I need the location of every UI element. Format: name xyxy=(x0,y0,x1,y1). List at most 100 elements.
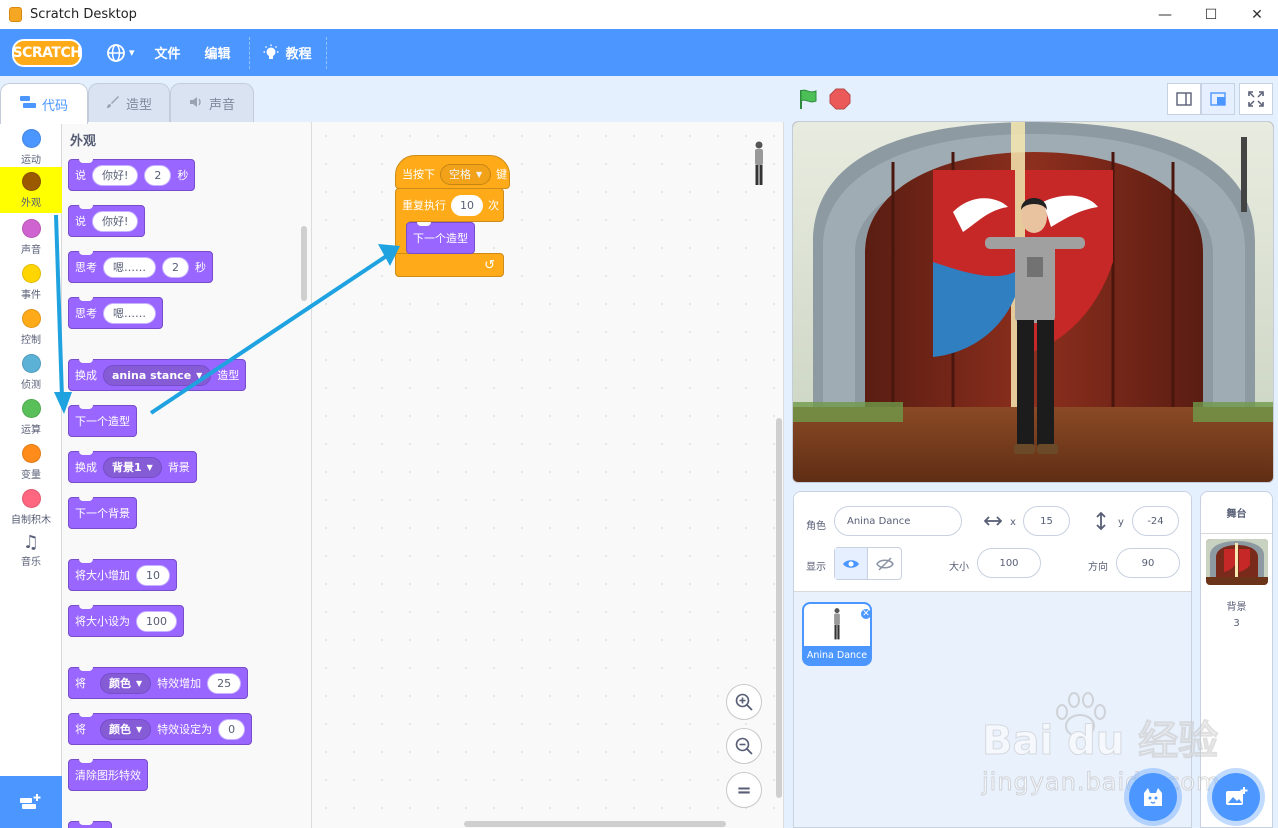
zoom-out-button[interactable] xyxy=(726,728,762,764)
x-value: 15 xyxy=(1040,515,1053,527)
script-area[interactable]: 当按下 空格 ▼ 键 重复执行 10 次 ↺ 下一个造型 = xyxy=(312,122,784,828)
tab-code-label: 代码 xyxy=(41,98,68,114)
zoom-reset-button[interactable]: = xyxy=(726,772,762,808)
costume-dropdown[interactable]: anina stance ▼ xyxy=(103,364,212,386)
dropdown-value: 空格 xyxy=(449,168,471,181)
stage-canvas[interactable] xyxy=(792,121,1274,483)
category-sensing[interactable]: 侦测 xyxy=(0,349,62,394)
script-area-vertical-scrollbar[interactable] xyxy=(776,418,782,798)
maximize-button[interactable]: ☐ xyxy=(1188,0,1234,29)
x-input[interactable]: 15 xyxy=(1023,506,1070,536)
edit-menu[interactable]: 编辑 xyxy=(195,29,241,76)
block-input[interactable]: 嗯…… xyxy=(103,256,156,278)
delete-sprite-icon[interactable]: ✕ xyxy=(860,608,870,620)
stop-button[interactable] xyxy=(829,88,851,110)
think-block[interactable]: 思考 嗯…… xyxy=(68,297,163,329)
choose-backdrop-button[interactable] xyxy=(1212,773,1260,821)
category-variables[interactable]: 变量 xyxy=(0,439,62,484)
category-label: 自制积木 xyxy=(11,515,51,526)
sprite-preview-icon xyxy=(755,141,763,185)
small-stage-icon xyxy=(1176,92,1192,106)
tutorials-label: 教程 xyxy=(285,47,312,62)
block-text: 重复执行 xyxy=(402,199,446,212)
say-block[interactable]: 说 你好! xyxy=(68,205,146,237)
clear-effects-block[interactable]: 清除图形特效 xyxy=(68,759,148,791)
set-size-block[interactable]: 将大小设为 100 xyxy=(68,605,184,637)
window-title: Scratch Desktop xyxy=(30,7,137,22)
category-sound[interactable]: 声音 xyxy=(0,214,62,259)
green-flag-button[interactable] xyxy=(797,88,819,110)
category-motion[interactable]: 运动 xyxy=(0,124,62,169)
zoom-in-button[interactable] xyxy=(726,684,762,720)
normal-stage-button[interactable] xyxy=(1201,83,1235,115)
key-dropdown[interactable]: 空格 ▼ xyxy=(440,163,492,185)
choose-sprite-button[interactable] xyxy=(1129,773,1177,821)
switch-costume-block[interactable]: 换成 anina stance ▼ 造型 xyxy=(68,359,247,391)
next-backdrop-block[interactable]: 下一个背景 xyxy=(68,497,137,529)
loop-arrow-icon: ↺ xyxy=(484,257,495,273)
block-text: 将 xyxy=(75,723,86,736)
repeat-count-input[interactable]: 10 xyxy=(451,194,483,216)
category-music[interactable]: ♫ 音乐 xyxy=(0,529,62,574)
language-menu[interactable]: ▾ xyxy=(96,29,145,76)
scratch-logo[interactable]: SCRATCH xyxy=(12,38,82,67)
show-button[interactable] xyxy=(835,548,868,579)
close-window-button[interactable]: ✕ xyxy=(1234,0,1278,29)
block-input[interactable]: 2 xyxy=(144,164,172,186)
category-my-blocks[interactable]: 自制积木 xyxy=(0,484,62,529)
tutorials-menu[interactable]: 教程 xyxy=(252,29,322,76)
effect-dropdown[interactable]: 颜色 ▼ xyxy=(100,672,152,694)
category-looks[interactable]: 外观 xyxy=(0,167,62,213)
script-area-horizontal-scrollbar[interactable] xyxy=(464,821,726,827)
stage-panel-title: 舞台 xyxy=(1201,492,1272,534)
category-control[interactable]: 控制 xyxy=(0,304,62,349)
file-menu[interactable]: 文件 xyxy=(145,29,191,76)
block-input[interactable]: 0 xyxy=(218,718,246,740)
switch-backdrop-block[interactable]: 换成 背景1 ▼ 背景 xyxy=(68,451,197,483)
sprite-tile-name: Anina Dance xyxy=(806,650,868,661)
size-input[interactable]: 100 xyxy=(977,548,1041,578)
when-key-pressed-block[interactable]: 当按下 空格 ▼ 键 xyxy=(395,155,510,189)
set-effect-block[interactable]: 将 颜色 ▼ 特效设定为 0 xyxy=(68,713,253,745)
category-dot xyxy=(21,444,41,463)
block-input[interactable]: 2 xyxy=(162,256,189,278)
backdrop-dropdown[interactable]: 背景1 ▼ xyxy=(103,456,162,478)
block-input[interactable]: 你好! xyxy=(92,164,139,186)
direction-input[interactable]: 90 xyxy=(1116,548,1180,578)
category-operators[interactable]: 运算 xyxy=(0,394,62,439)
partial-block[interactable] xyxy=(68,821,112,828)
sprite-tile-anina-dance[interactable]: ✕ Anina Dance xyxy=(802,602,872,666)
next-costume-block[interactable]: 下一个造型 xyxy=(68,405,137,437)
minimize-button[interactable]: — xyxy=(1142,0,1188,29)
sprite-name-input[interactable]: Anina Dance xyxy=(834,506,962,536)
tab-sounds[interactable]: 声音 xyxy=(170,83,254,123)
y-input[interactable]: -24 xyxy=(1132,506,1179,536)
block-text: 当按下 xyxy=(402,168,435,181)
repeat-block[interactable]: 重复执行 10 次 xyxy=(395,188,504,222)
say-for-secs-block[interactable]: 说 你好! 2 秒 xyxy=(68,159,196,191)
category-events[interactable]: 事件 xyxy=(0,259,62,304)
block-input[interactable]: 你好! xyxy=(92,210,139,232)
hide-button[interactable] xyxy=(868,548,901,579)
scratch-desktop-window: Scratch Desktop — ☐ ✕ SCRATCH ▾ 文件 编辑 教程… xyxy=(0,0,1278,828)
change-effect-block[interactable]: 将 颜色 ▼ 特效增加 25 xyxy=(68,667,249,699)
fullscreen-button[interactable] xyxy=(1239,83,1273,115)
change-size-block[interactable]: 将大小增加 10 xyxy=(68,559,177,591)
small-stage-button[interactable] xyxy=(1167,83,1201,115)
think-for-secs-block[interactable]: 思考 嗯…… 2 秒 xyxy=(68,251,213,283)
next-costume-script-block[interactable]: 下一个造型 xyxy=(406,222,475,254)
dropdown-arrow-icon: ▼ xyxy=(136,678,143,688)
block-input[interactable]: 嗯…… xyxy=(103,302,156,324)
eye-slash-icon xyxy=(875,556,894,571)
tab-costumes[interactable]: 造型 xyxy=(88,83,170,123)
effect-dropdown[interactable]: 颜色 ▼ xyxy=(100,718,152,740)
y-value: -24 xyxy=(1147,515,1164,527)
zoom-out-icon xyxy=(735,737,753,755)
block-input[interactable]: 10 xyxy=(136,564,170,586)
palette-scrollbar[interactable] xyxy=(301,226,307,301)
block-input[interactable]: 25 xyxy=(207,672,242,694)
tab-code[interactable]: 代码 xyxy=(0,83,88,124)
block-input[interactable]: 100 xyxy=(136,610,177,632)
globe-icon xyxy=(107,43,125,62)
add-extension-button[interactable] xyxy=(0,776,62,828)
